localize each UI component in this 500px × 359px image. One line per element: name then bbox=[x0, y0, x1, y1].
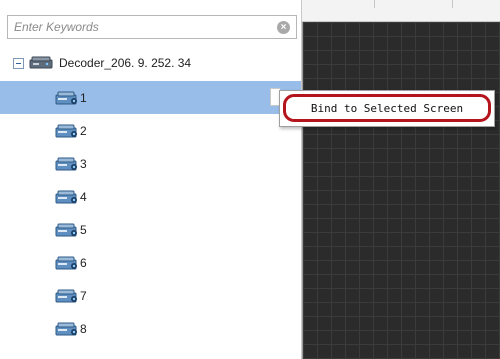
tree-item-output[interactable]: 5 bbox=[0, 213, 301, 246]
screen-header-bar bbox=[302, 0, 500, 22]
tree-item-output[interactable]: 4 bbox=[0, 180, 301, 213]
context-menu: Bind to Selected Screen bbox=[279, 90, 495, 127]
output-port-icon bbox=[55, 289, 77, 302]
search-input[interactable] bbox=[8, 16, 282, 38]
tree-item-label: 4 bbox=[80, 189, 87, 204]
output-port-icon bbox=[55, 223, 77, 236]
tree-item-label: 3 bbox=[80, 156, 87, 171]
clear-search-icon[interactable]: × bbox=[277, 21, 290, 34]
tree-item-label: 6 bbox=[80, 255, 87, 270]
output-port-icon bbox=[55, 190, 77, 203]
tree-root-decoder[interactable]: Decoder_206. 9. 252. 34 bbox=[13, 51, 191, 75]
tree-item-output[interactable]: 6 bbox=[0, 246, 301, 279]
device-tree-panel: × Decoder_206. 9. 252. 34 1 2 3 4 5 6 7 8 bbox=[0, 0, 302, 359]
collapse-toggle-icon[interactable] bbox=[13, 57, 24, 69]
tree-item-label: 7 bbox=[80, 288, 87, 303]
output-port-icon bbox=[55, 256, 77, 269]
tree-item-label: 8 bbox=[80, 321, 87, 336]
menu-item-bind-to-selected-screen[interactable]: Bind to Selected Screen bbox=[283, 94, 491, 122]
tree-item-output[interactable]: 1 bbox=[0, 81, 301, 114]
tree-item-label: 5 bbox=[80, 222, 87, 237]
tree-item-label: 2 bbox=[80, 123, 87, 138]
tree-item-output[interactable]: 3 bbox=[0, 147, 301, 180]
output-port-icon bbox=[55, 157, 77, 170]
output-port-icon bbox=[55, 91, 77, 104]
output-port-icon bbox=[55, 322, 77, 335]
tree-root-label: Decoder_206. 9. 252. 34 bbox=[59, 56, 192, 70]
tree-item-label: 1 bbox=[80, 90, 87, 105]
search-box: × bbox=[7, 15, 297, 39]
tree-item-output[interactable]: 2 bbox=[0, 114, 301, 147]
output-port-icon bbox=[55, 124, 77, 137]
tree-item-output[interactable]: 7 bbox=[0, 279, 301, 312]
screen-wall-grid[interactable] bbox=[302, 22, 500, 359]
decoder-device-icon bbox=[29, 56, 53, 69]
tree-item-output[interactable]: 8 bbox=[0, 312, 301, 345]
